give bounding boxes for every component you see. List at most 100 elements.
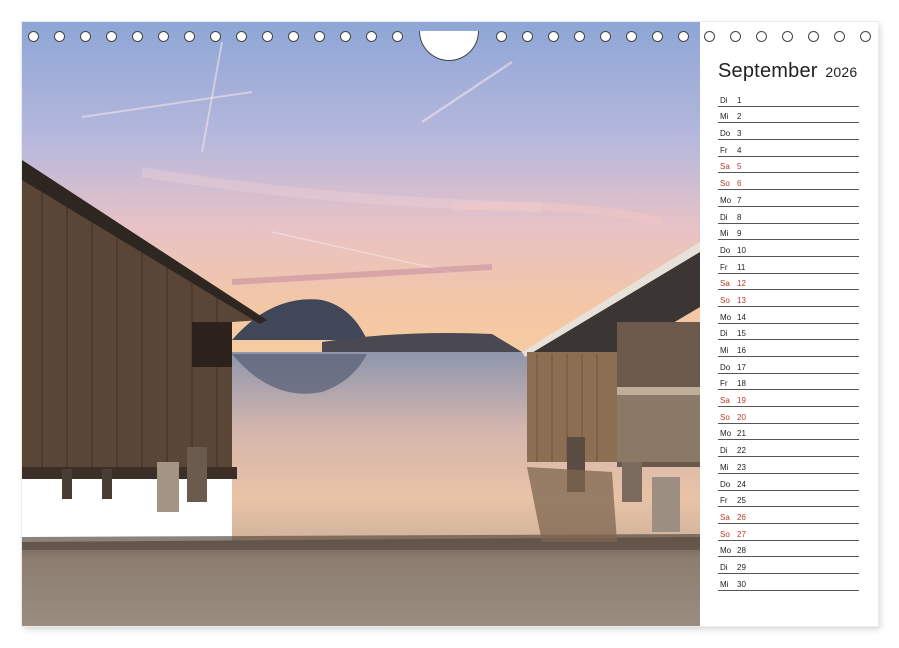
weekday-label: Di xyxy=(720,329,728,339)
day-number: 25 xyxy=(737,496,746,506)
binding-hole xyxy=(392,31,403,42)
day-number: 2 xyxy=(737,112,742,122)
day-number: 30 xyxy=(737,579,746,589)
day-row: Sa 12 xyxy=(718,274,859,291)
day-row: Do 10 xyxy=(718,240,859,257)
day-number: 6 xyxy=(737,179,742,189)
day-number: 20 xyxy=(737,412,746,422)
day-number: 26 xyxy=(737,512,746,522)
weekday-label: Do xyxy=(720,129,731,139)
day-number: 8 xyxy=(737,212,742,222)
binding-hole xyxy=(626,31,637,42)
day-row: So 20 xyxy=(718,407,859,424)
day-row: Do 3 xyxy=(718,123,859,141)
photo-illustration xyxy=(22,22,700,626)
calendar-page: September 2026 Di 1 Mi 2 Do 3 Fr 4 Sa 5 So 6 Mo 7 Di 8 M… xyxy=(22,22,878,626)
day-number: 28 xyxy=(737,546,746,556)
day-row: Fr 11 xyxy=(718,257,859,274)
calendar-sidebar: September 2026 Di 1 Mi 2 Do 3 Fr 4 Sa 5 So 6 Mo 7 Di 8 M… xyxy=(700,22,878,626)
day-row: Sa 19 xyxy=(718,390,859,408)
weekday-label: Sa xyxy=(720,162,730,172)
day-number: 5 xyxy=(737,162,742,172)
day-number: 29 xyxy=(737,562,746,572)
binding-hole xyxy=(54,31,65,42)
day-number: 7 xyxy=(737,195,742,205)
binding-hole xyxy=(782,31,793,42)
weekday-label: Mo xyxy=(720,195,732,205)
day-number: 19 xyxy=(737,396,746,406)
day-number: 1 xyxy=(737,95,742,105)
binding-hole xyxy=(574,31,585,42)
binding-hole xyxy=(652,31,663,42)
day-row: Fr 4 xyxy=(718,140,859,157)
lake-boathouses-photo xyxy=(22,22,700,626)
day-row: Fr 25 xyxy=(718,491,859,508)
binding-hole xyxy=(314,31,325,42)
day-row: Di 22 xyxy=(718,440,859,458)
day-number: 27 xyxy=(737,529,746,539)
spiral-binding xyxy=(22,31,878,61)
day-row: Sa 5 xyxy=(718,157,859,174)
weekday-label: So xyxy=(720,412,730,422)
weekday-label: Mo xyxy=(720,312,732,322)
binding-hole xyxy=(756,31,767,42)
binding-hole xyxy=(678,31,689,42)
weekday-label: Di xyxy=(720,446,728,456)
weekday-label: Mi xyxy=(720,229,729,239)
day-row: Mo 21 xyxy=(718,424,859,441)
binding-hole xyxy=(210,31,221,42)
day-row: Sa 26 xyxy=(718,507,859,524)
weekday-label: So xyxy=(720,295,730,305)
day-row: Mi 2 xyxy=(718,107,859,124)
day-number: 24 xyxy=(737,479,746,489)
day-number: 16 xyxy=(737,346,746,355)
binding-hole xyxy=(158,31,169,42)
weekday-label: Fr xyxy=(720,145,728,155)
binding-hole xyxy=(106,31,117,42)
binding-hole xyxy=(730,31,741,42)
day-number: 12 xyxy=(737,279,746,289)
day-number: 4 xyxy=(737,145,742,155)
binding-hole xyxy=(288,31,299,42)
day-row: Mi 16 xyxy=(718,340,859,357)
weekday-label: Fr xyxy=(720,496,728,506)
weekday-label: Do xyxy=(720,245,731,255)
day-row: Mo 7 xyxy=(718,190,859,207)
weekday-label: Mi xyxy=(720,579,729,589)
binding-hole xyxy=(496,31,507,42)
binding-hole xyxy=(548,31,559,42)
day-number: 13 xyxy=(737,295,746,305)
day-row: Mi 23 xyxy=(718,457,859,474)
weekday-label: Di xyxy=(720,562,728,572)
day-number: 11 xyxy=(737,262,746,272)
binding-hole xyxy=(860,31,871,42)
binding-hole xyxy=(366,31,377,42)
weekday-label: Mo xyxy=(720,546,732,556)
binding-hole xyxy=(80,31,91,42)
binding-hole xyxy=(28,31,39,42)
day-list: Di 1 Mi 2 Do 3 Fr 4 Sa 5 So 6 Mo 7 Di 8 Mi 9 Do 10 Fr 11 Sa 12 S… xyxy=(718,90,859,591)
day-number: 23 xyxy=(737,462,746,472)
day-row: Di 1 xyxy=(718,90,859,107)
weekday-label: Do xyxy=(720,362,731,372)
day-number: 22 xyxy=(737,446,746,456)
day-number: 10 xyxy=(737,245,746,255)
day-number: 14 xyxy=(737,312,746,322)
day-row: So 27 xyxy=(718,524,859,541)
day-number: 15 xyxy=(737,329,746,339)
day-row: So 13 xyxy=(718,290,859,307)
weekday-label: Fr xyxy=(720,262,728,272)
weekday-label: Di xyxy=(720,212,728,222)
binding-hole xyxy=(522,31,533,42)
binding-hole xyxy=(184,31,195,42)
weekday-label: Sa xyxy=(720,279,730,289)
binding-hole xyxy=(834,31,845,42)
weekday-label: Sa xyxy=(720,396,730,406)
day-number: 21 xyxy=(737,429,746,439)
weekday-label: Sa xyxy=(720,512,730,522)
day-row: Di 29 xyxy=(718,557,859,574)
day-number: 9 xyxy=(737,229,742,239)
binding-hole xyxy=(600,31,611,42)
month-name: September xyxy=(718,60,818,82)
day-row: Mi 9 xyxy=(718,224,859,241)
